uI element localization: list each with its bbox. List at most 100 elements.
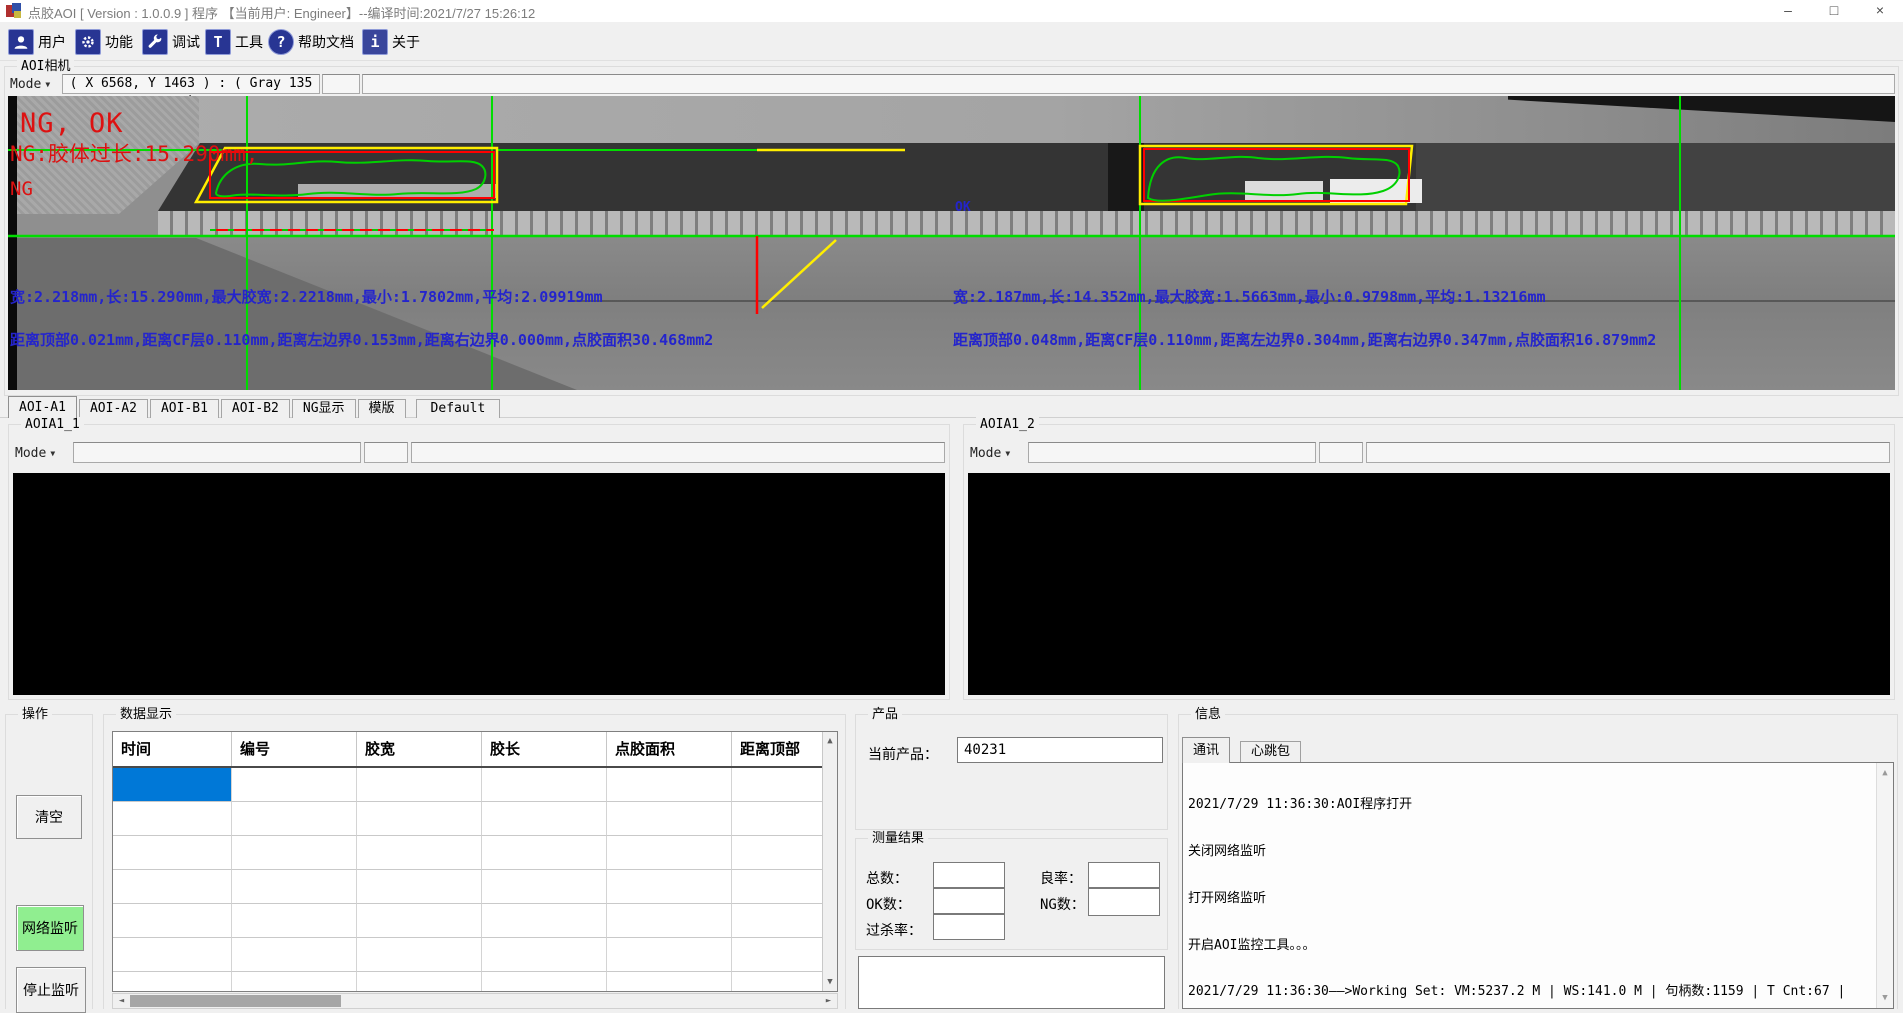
tab-aoi-a1[interactable]: AOI-A1 xyxy=(8,396,77,418)
right-stats-row-2: 距离顶部0.048mm,距离CF层0.110mm,距离左边界0.304mm,距离… xyxy=(953,329,1656,350)
comm-log-lines: 2021/7/29 11:36:30:AOI程序打开 关闭网络监听 打开网络监听… xyxy=(1188,766,1871,1009)
tab-heartbeat[interactable]: 心跳包 xyxy=(1240,741,1301,762)
network-listen-button[interactable]: 网络监听 xyxy=(16,905,84,951)
ng-reason-text: NG:胶体过长:15.290mm, xyxy=(10,138,258,168)
scroll-up-icon[interactable]: ▲ xyxy=(823,733,837,749)
aoi-camera-group-label: AOI相机 xyxy=(17,59,74,74)
user-icon xyxy=(8,29,34,55)
panel2-field-1 xyxy=(1028,442,1316,463)
total-value-field xyxy=(933,862,1005,888)
table-row[interactable] xyxy=(113,904,822,938)
horizontal-scroll-thumb[interactable] xyxy=(130,995,341,1007)
column-header-glue-width[interactable]: 胶宽 xyxy=(357,732,482,766)
tab-comm[interactable]: 通讯 xyxy=(1182,737,1230,763)
current-product-label: 当前产品： xyxy=(868,744,938,764)
data-table-header: 时间 编号 胶宽 胶长 点胶面积 距离顶部 xyxy=(113,732,822,768)
panel1-field-3 xyxy=(411,442,945,463)
panel-aoia1-1: AOIA1_1 Mode ▼ xyxy=(8,424,950,700)
table-row[interactable] xyxy=(113,768,822,802)
table-row[interactable] xyxy=(113,836,822,870)
panel-aoia1-2-label: AOIA1_2 xyxy=(976,417,1039,432)
column-header-distance-top[interactable]: 距离顶部 xyxy=(732,732,822,766)
tab-aoi-b2[interactable]: AOI-B2 xyxy=(221,399,290,418)
log-line: 打开网络监听 xyxy=(1188,891,1871,907)
stop-listen-button[interactable]: 停止监听 xyxy=(16,967,86,1013)
log-line: 2021/7/29 11:36:30:AOI程序打开 xyxy=(1188,797,1871,813)
scroll-down-icon[interactable]: ▼ xyxy=(823,974,837,990)
table-row[interactable] xyxy=(113,802,822,836)
tab-ng-display[interactable]: NG显示 xyxy=(292,399,356,418)
panel2-field-3 xyxy=(1366,442,1890,463)
column-header-glue-area[interactable]: 点胶面积 xyxy=(607,732,732,766)
help-icon: ? xyxy=(268,29,294,55)
app-icon xyxy=(6,3,22,19)
ok-count-label: OK数： xyxy=(866,894,911,914)
right-stats-row-1: 宽:2.187mm,长:14.352mm,最大胶宽:1.5663mm,最小:0.… xyxy=(953,286,1546,307)
overkill-label: 过杀率： xyxy=(866,920,922,940)
panel-aoia1-1-label: AOIA1_1 xyxy=(21,417,84,432)
clear-button[interactable]: 清空 xyxy=(16,795,82,839)
minimize-button[interactable]: – xyxy=(1765,0,1811,22)
table-horizontal-scrollbar[interactable]: ◄ ► xyxy=(112,993,838,1009)
overkill-value-field xyxy=(933,914,1005,940)
table-row[interactable] xyxy=(113,870,822,904)
operation-group: 操作 xyxy=(5,714,93,1009)
camera-mode-dropdown[interactable]: Mode ▼ xyxy=(10,75,50,93)
table-vertical-scrollbar[interactable]: ▲ ▼ xyxy=(822,732,837,991)
camera-aux-field-2 xyxy=(362,74,1895,94)
data-table[interactable]: 时间 编号 胶宽 胶长 点胶面积 距离顶部 xyxy=(112,731,838,992)
scroll-down-icon[interactable]: ▼ xyxy=(1877,990,1893,1006)
ng-count-value-field xyxy=(1088,888,1160,916)
info-group-label: 信息 xyxy=(1191,707,1225,722)
ng-count-label: NG数： xyxy=(1040,894,1085,914)
title-bar: 点胶AOI [ Version : 1.0.0.9 ] 程序 【当前用户: En… xyxy=(0,0,1903,22)
log-line: 开启AOI监控工具。。。 xyxy=(1188,938,1871,954)
chevron-down-icon: ▼ xyxy=(1005,449,1010,458)
chevron-down-icon: ▼ xyxy=(45,80,50,89)
toolbar-about[interactable]: i 关于 xyxy=(362,27,420,57)
toolbar-help[interactable]: ? 帮助文档 xyxy=(268,27,354,57)
yield-value-field xyxy=(1088,862,1160,888)
table-row[interactable] xyxy=(113,938,822,972)
toolbar-function[interactable]: 功能 xyxy=(75,27,133,57)
close-button[interactable]: × xyxy=(1857,0,1903,22)
camera-coords-readout: ( X 6568, Y 1463 ) : ( Gray 135 ) xyxy=(62,74,320,94)
toolbar-user[interactable]: 用户 xyxy=(8,27,66,57)
current-product-field[interactable]: 40231 xyxy=(957,737,1163,763)
toolbar-debug[interactable]: 调试 xyxy=(142,27,200,57)
panel2-field-2 xyxy=(1319,442,1363,463)
column-header-id[interactable]: 编号 xyxy=(232,732,357,766)
ok-label-text: OK xyxy=(955,200,971,215)
left-stats-row-2: 距离顶部0.021mm,距离CF层0.110mm,距离左边界0.153mm,距离… xyxy=(10,329,713,350)
about-icon: i xyxy=(362,29,388,55)
camera-aux-field-1 xyxy=(322,74,360,94)
toolbar-tools[interactable]: T 工具 xyxy=(205,27,263,57)
wrench-icon xyxy=(142,29,168,55)
scroll-left-icon[interactable]: ◄ xyxy=(113,994,130,1008)
tab-aoi-a2[interactable]: AOI-A2 xyxy=(79,399,148,418)
panel1-mode-dropdown[interactable]: Mode ▼ xyxy=(15,444,55,462)
product-group-label: 产品 xyxy=(868,707,902,722)
total-label: 总数： xyxy=(866,868,908,888)
ng-label-text: NG xyxy=(10,178,33,200)
chevron-down-icon: ▼ xyxy=(50,449,55,458)
panel1-field-2 xyxy=(364,442,408,463)
comm-log-box[interactable]: 2021/7/29 11:36:30:AOI程序打开 关闭网络监听 打开网络监听… xyxy=(1182,762,1894,1009)
panel-aoia1-2: AOIA1_2 Mode ▼ xyxy=(963,424,1895,700)
tab-aoi-b1[interactable]: AOI-B1 xyxy=(150,399,219,418)
panel2-mode-dropdown[interactable]: Mode ▼ xyxy=(970,444,1010,462)
scroll-right-icon[interactable]: ► xyxy=(820,994,837,1008)
tab-template[interactable]: 模版 xyxy=(358,399,406,418)
tab-default[interactable]: Default xyxy=(416,399,501,418)
selected-cell[interactable] xyxy=(113,768,232,802)
maximize-button[interactable]: □ xyxy=(1811,0,1857,22)
camera-image-view[interactable]: NG, OK NG:胶体过长:15.290mm, NG OK 宽:2.218mm… xyxy=(8,96,1895,390)
log-line: 关闭网络监听 xyxy=(1188,844,1871,860)
log-vertical-scrollbar[interactable]: ▲ ▼ xyxy=(1876,763,1893,1008)
scroll-up-icon[interactable]: ▲ xyxy=(1877,765,1893,781)
left-stats-row-1: 宽:2.218mm,长:15.290mm,最大胶宽:2.2218mm,最小:1.… xyxy=(10,286,603,307)
column-header-time[interactable]: 时间 xyxy=(113,732,232,766)
inspection-status-text: NG, OK xyxy=(20,108,124,139)
table-row[interactable] xyxy=(113,972,822,992)
column-header-glue-length[interactable]: 胶长 xyxy=(482,732,607,766)
